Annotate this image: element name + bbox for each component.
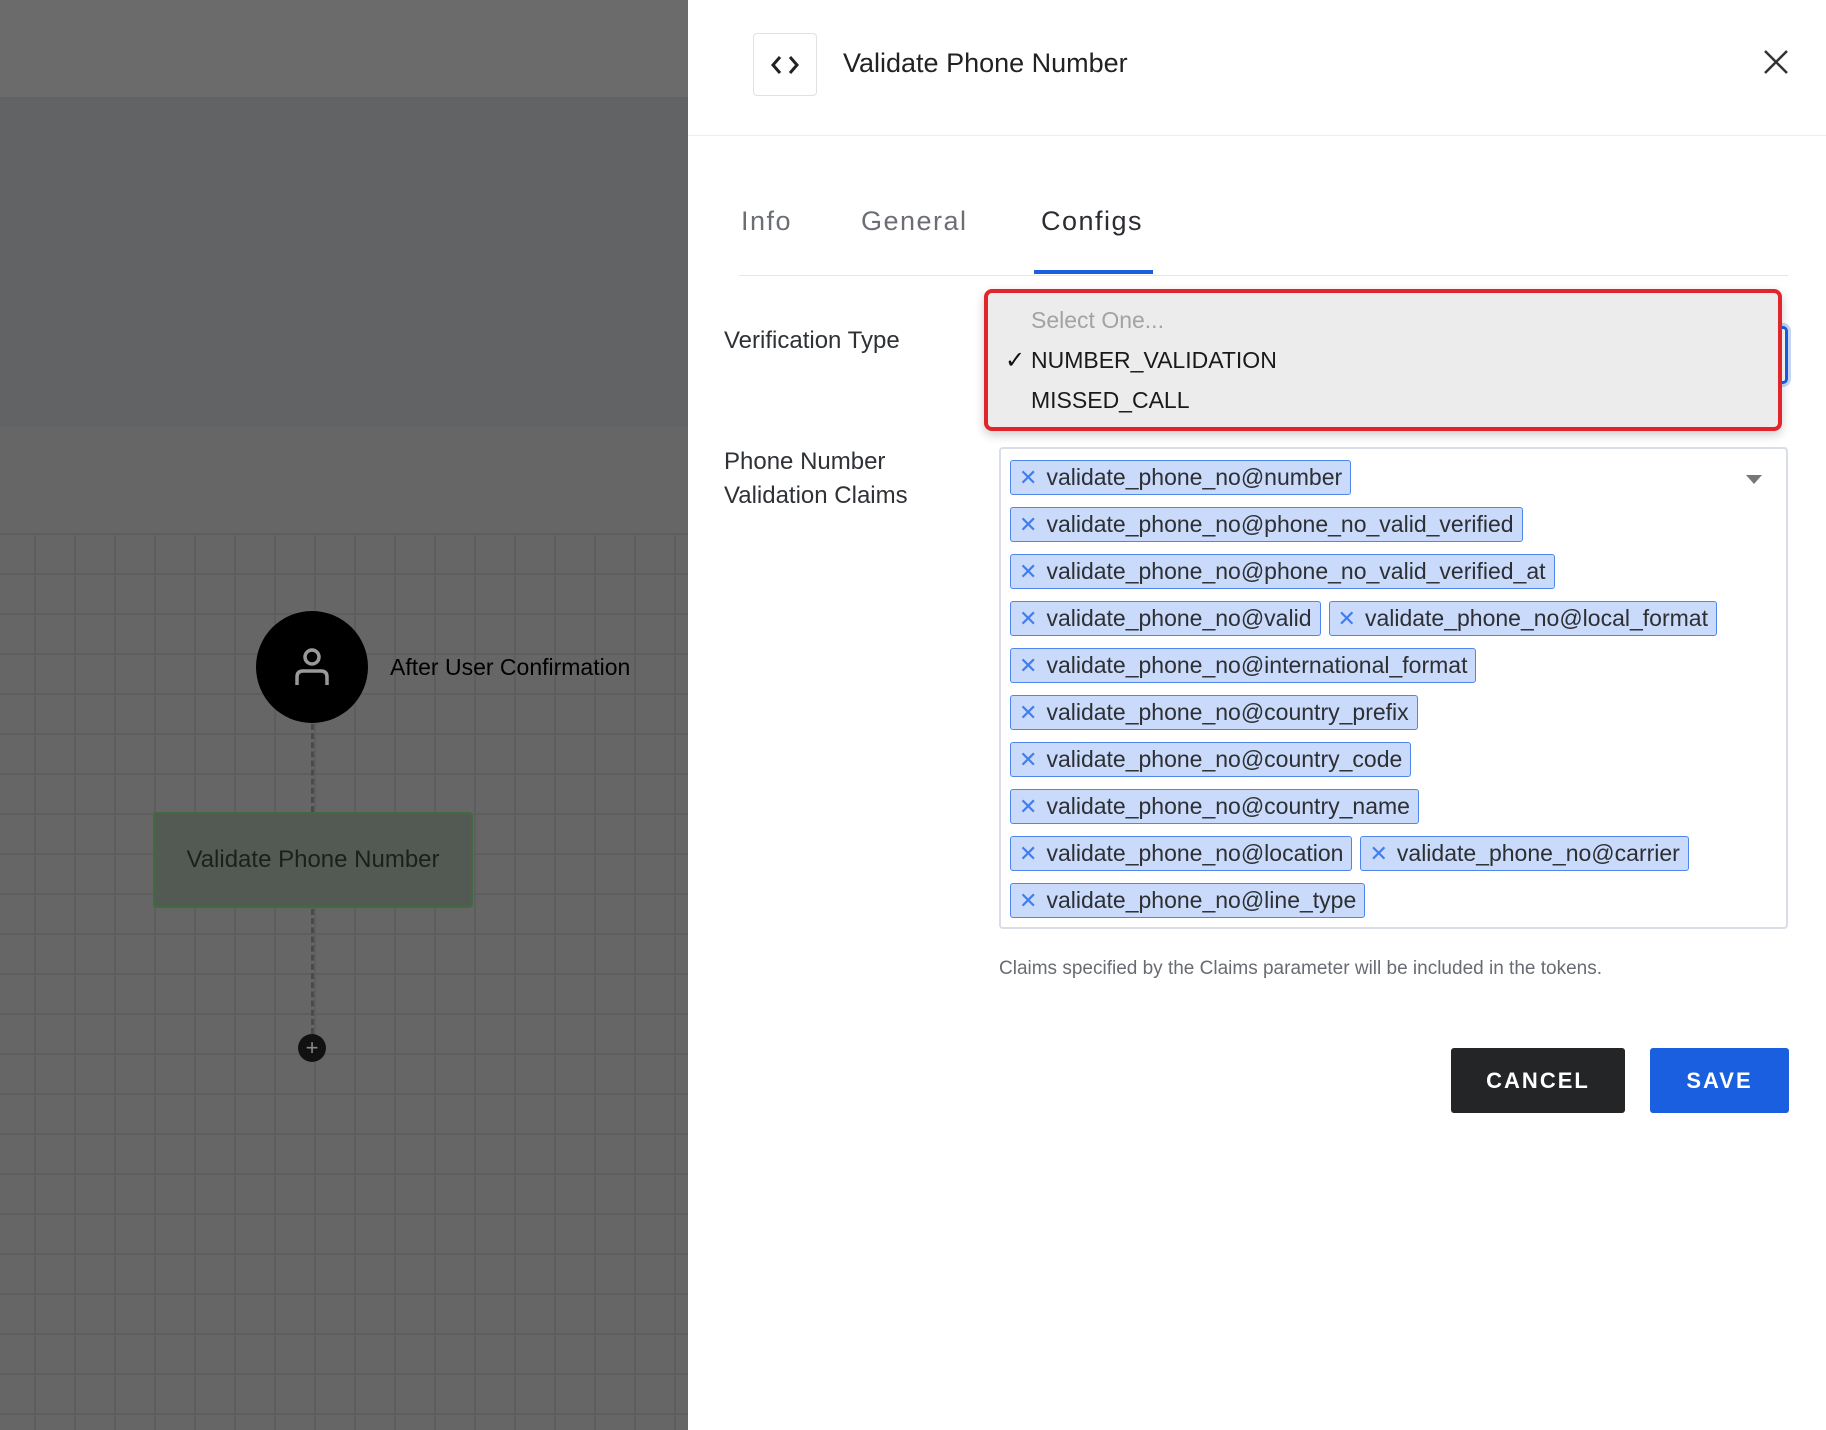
claim-chip: ✕ validate_phone_no@location xyxy=(1010,836,1353,871)
claim-chip: ✕ validate_phone_no@country_name xyxy=(1010,789,1419,824)
claim-chip-label: validate_phone_no@valid xyxy=(1046,605,1312,631)
chip-row: ✕ validate_phone_no@country_code xyxy=(1010,742,1777,789)
connector-line xyxy=(311,724,314,812)
claim-chip: ✕ validate_phone_no@country_code xyxy=(1010,742,1412,777)
claims-label-line2: Validation Claims xyxy=(724,482,908,509)
add-step-button[interactable]: + xyxy=(298,1034,326,1062)
panel-header: Validate Phone Number xyxy=(688,0,1826,136)
verification-type-label: Verification Type xyxy=(724,327,900,354)
canvas-toolbar-area xyxy=(0,0,688,97)
panel-title: Validate Phone Number xyxy=(843,48,1128,78)
chevron-down-icon[interactable] xyxy=(1746,475,1762,484)
start-node[interactable] xyxy=(256,611,368,723)
claim-chip-label: validate_phone_no@local_format xyxy=(1364,605,1708,631)
claim-chip: ✕ validate_phone_no@number xyxy=(1010,460,1352,495)
claim-chip-label: validate_phone_no@line_type xyxy=(1046,887,1357,913)
config-panel: Validate Phone Number Info General Confi… xyxy=(688,0,1826,1430)
chip-row: ✕ validate_phone_no@international_format xyxy=(1010,648,1777,695)
remove-chip-icon[interactable]: ✕ xyxy=(1019,747,1037,773)
claim-chip-label: validate_phone_no@carrier xyxy=(1396,840,1680,866)
chip-row: ✕ validate_phone_no@line_type xyxy=(1010,883,1777,930)
claim-chip: ✕ validate_phone_no@valid xyxy=(1010,601,1321,636)
workflow-canvas: After User Confirmation Validate Phone N… xyxy=(0,0,688,1430)
remove-chip-icon[interactable]: ✕ xyxy=(1338,606,1356,632)
start-node-label: After User Confirmation xyxy=(390,654,631,680)
code-view-button[interactable] xyxy=(753,33,817,96)
remove-chip-icon[interactable]: ✕ xyxy=(1019,606,1037,632)
option-missed-call[interactable]: MISSED_CALL xyxy=(1031,387,1190,414)
remove-chip-icon[interactable]: ✕ xyxy=(1019,559,1037,585)
tab-configs[interactable]: Configs xyxy=(1041,206,1143,237)
chip-row: ✕ validate_phone_no@country_name xyxy=(1010,789,1777,836)
chip-row: ✕ validate_phone_no@valid ✕ validate_phone_… xyxy=(1010,601,1777,648)
claim-chip: ✕ validate_phone_no@phone_no_valid_verifi… xyxy=(1010,507,1523,542)
claim-chip-label: validate_phone_no@phone_no_valid_verifie… xyxy=(1046,558,1546,584)
chip-row: ✕ validate_phone_no@number xyxy=(1010,460,1777,507)
check-icon: ✓ xyxy=(1005,347,1026,374)
remove-chip-icon[interactable]: ✕ xyxy=(1019,700,1037,726)
option-number-validation[interactable]: NUMBER_VALIDATION xyxy=(1031,347,1277,374)
active-tab-indicator xyxy=(1034,270,1153,274)
remove-chip-icon[interactable]: ✕ xyxy=(1019,794,1037,820)
chip-row: ✕ validate_phone_no@location ✕ validate_pho… xyxy=(1010,836,1777,883)
remove-chip-icon[interactable]: ✕ xyxy=(1019,512,1037,538)
user-icon xyxy=(295,648,329,685)
claim-chip-label: validate_phone_no@phone_no_valid_verifie… xyxy=(1046,511,1514,537)
remove-chip-icon[interactable]: ✕ xyxy=(1019,841,1037,867)
remove-chip-icon[interactable]: ✕ xyxy=(1019,888,1037,914)
claim-chip-label: validate_phone_no@country_name xyxy=(1046,793,1410,819)
cancel-button[interactable]: CANCEL xyxy=(1451,1048,1625,1113)
canvas-header-area xyxy=(0,97,688,427)
save-button[interactable]: SAVE xyxy=(1650,1048,1789,1113)
code-icon xyxy=(771,55,799,74)
close-button[interactable] xyxy=(1762,48,1790,76)
claim-chip: ✕ validate_phone_no@line_type xyxy=(1010,883,1366,918)
claim-chip-label: validate_phone_no@country_prefix xyxy=(1046,699,1409,725)
claim-chip: ✕ validate_phone_no@local_format xyxy=(1328,601,1717,636)
tab-info[interactable]: Info xyxy=(741,206,792,237)
verification-type-dropdown: Select One... ✓ NUMBER_VALIDATION MISSED… xyxy=(984,289,1782,431)
remove-chip-icon[interactable]: ✕ xyxy=(1019,653,1037,679)
option-placeholder[interactable]: Select One... xyxy=(1031,307,1164,334)
chip-row: ✕ validate_phone_no@phone_no_valid_verifi… xyxy=(1010,507,1777,554)
claims-label: Phone Number Validation Claims xyxy=(724,445,908,513)
claims-help-text: Claims specified by the Claims parameter… xyxy=(999,958,1602,979)
claim-chip: ✕ validate_phone_no@country_prefix xyxy=(1010,695,1418,730)
tab-general[interactable]: General xyxy=(861,206,968,237)
claim-chip: ✕ validate_phone_no@phone_no_valid_verifi… xyxy=(1010,554,1555,589)
claim-chip: ✕ validate_phone_no@international_format xyxy=(1010,648,1477,683)
tab-bar: Info General Configs xyxy=(739,200,1788,276)
claim-chip-label: validate_phone_no@international_format xyxy=(1046,652,1468,678)
step-node-validate-phone[interactable]: Validate Phone Number xyxy=(153,812,473,908)
close-icon xyxy=(1764,50,1788,74)
chip-row: ✕ validate_phone_no@phone_no_valid_verifi… xyxy=(1010,554,1777,601)
chip-row: ✕ validate_phone_no@country_prefix xyxy=(1010,695,1777,742)
claim-chip-label: validate_phone_no@location xyxy=(1046,840,1344,866)
remove-chip-icon[interactable]: ✕ xyxy=(1369,841,1387,867)
claims-multiselect[interactable]: ✕ validate_phone_no@number ✕ validate_phone… xyxy=(999,447,1788,929)
claims-label-line1: Phone Number xyxy=(724,448,886,475)
claim-chip-label: validate_phone_no@number xyxy=(1046,464,1343,490)
remove-chip-icon[interactable]: ✕ xyxy=(1019,465,1037,491)
connector-line xyxy=(311,909,314,1034)
claim-chip-label: validate_phone_no@country_code xyxy=(1046,746,1403,772)
claim-chip: ✕ validate_phone_no@carrier xyxy=(1360,836,1689,871)
